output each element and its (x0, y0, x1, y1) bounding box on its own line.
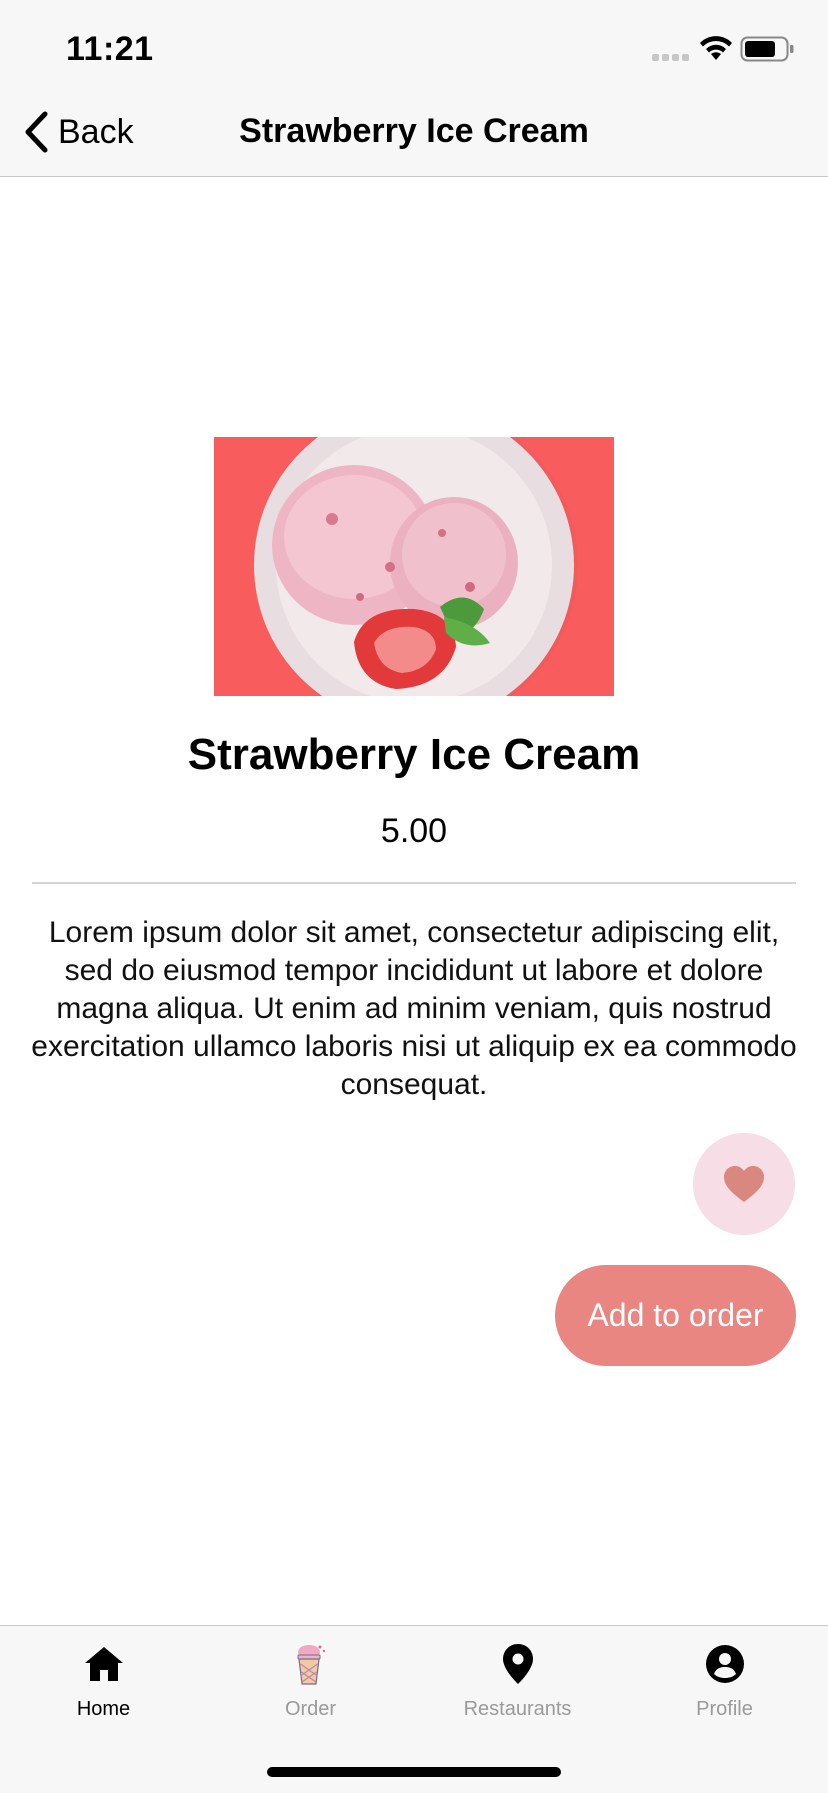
cellular-signal-icon (652, 54, 689, 61)
ice-cream-bowl-photo (214, 437, 614, 696)
tab-label: Restaurants (463, 1698, 572, 1720)
tab-label: Profile (696, 1698, 753, 1720)
favorite-button[interactable] (693, 1133, 795, 1235)
product-image (214, 437, 614, 696)
home-icon (84, 1647, 123, 1681)
tab-label: Home (76, 1698, 131, 1720)
tab-home[interactable]: Home (0, 1642, 207, 1742)
add-to-order-button[interactable]: Add to order (555, 1265, 796, 1366)
tab-restaurants[interactable]: Restaurants (414, 1642, 621, 1742)
tab-label: Order (284, 1698, 337, 1720)
battery-icon (740, 36, 794, 62)
status-bar: 11:21 (0, 0, 828, 88)
tab-order[interactable]: Order (207, 1642, 414, 1742)
wifi-icon (700, 36, 732, 60)
map-pin-icon (502, 1644, 533, 1684)
heart-icon (724, 1166, 764, 1202)
navigation-bar: Back Strawberry Ice Cream (0, 88, 828, 177)
nav-title: Strawberry Ice Cream (239, 112, 589, 150)
product-description: Lorem ipsum dolor sit amet, consectetur … (31, 916, 797, 1101)
home-indicator (267, 1767, 561, 1777)
tab-profile[interactable]: Profile (621, 1642, 828, 1742)
divider (32, 882, 796, 884)
product-price: 5.00 (380, 812, 448, 850)
person-circle-icon (705, 1645, 744, 1683)
ice-cream-cup-icon (297, 1645, 325, 1685)
tab-bar: Home Order Restaurants Profile (0, 1625, 828, 1793)
status-time: 11:21 (66, 30, 154, 68)
product-title: Strawberry Ice Cream (187, 730, 641, 779)
